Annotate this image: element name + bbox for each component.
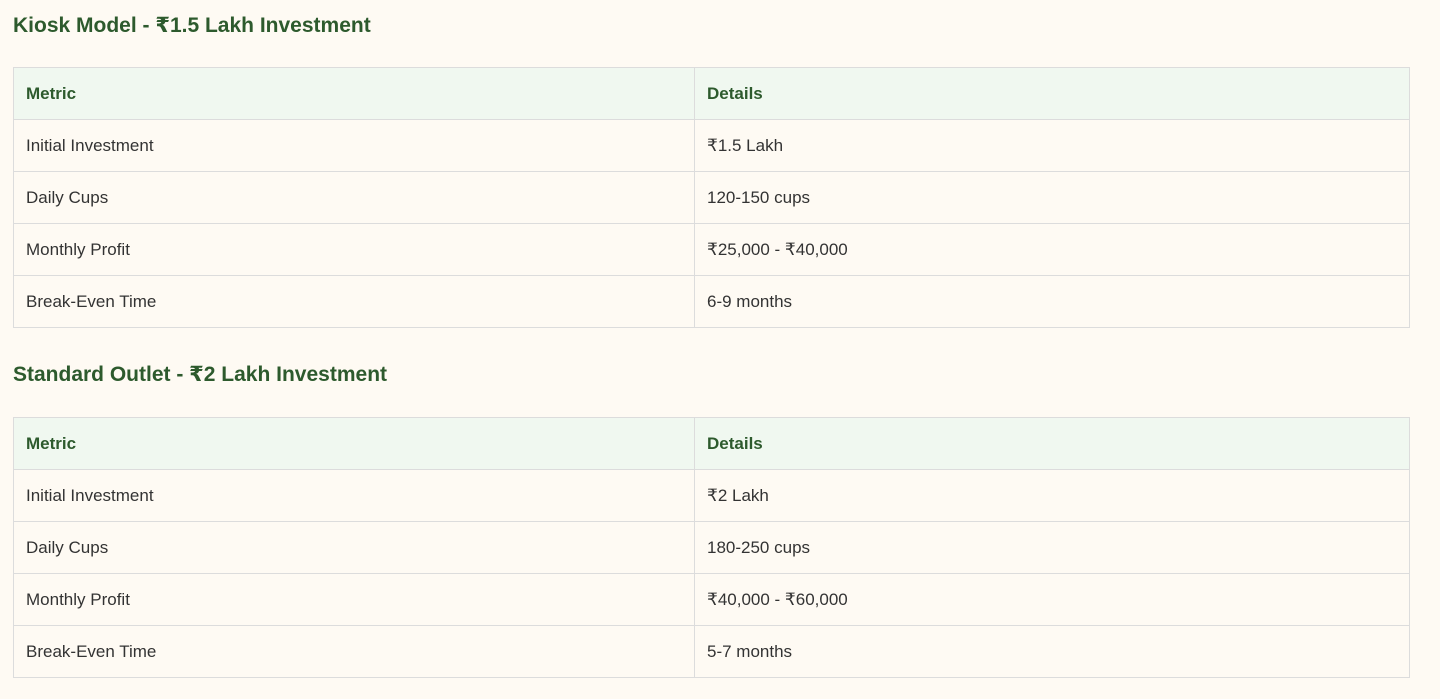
details-cell: 120-150 cups — [694, 171, 1410, 224]
details-cell: 6-9 months — [694, 275, 1410, 328]
kiosk-model-table: Metric Details Initial Investment ₹1.5 L… — [13, 67, 1410, 328]
table-row: Initial Investment ₹2 Lakh — [13, 469, 1410, 522]
metric-cell: Monthly Profit — [13, 573, 695, 626]
column-header-details: Details — [694, 67, 1410, 120]
metric-cell: Break-Even Time — [13, 275, 695, 328]
column-header-details: Details — [694, 417, 1410, 470]
metric-cell: Break-Even Time — [13, 625, 695, 678]
table-row: Break-Even Time 5-7 months — [13, 625, 1410, 678]
table-row: Monthly Profit ₹25,000 - ₹40,000 — [13, 223, 1410, 276]
details-cell: ₹25,000 - ₹40,000 — [694, 223, 1410, 276]
table-row: Monthly Profit ₹40,000 - ₹60,000 — [13, 573, 1410, 626]
table-header-row: Metric Details — [13, 417, 1410, 470]
metric-cell: Daily Cups — [13, 521, 695, 574]
table-row: Daily Cups 120-150 cups — [13, 171, 1410, 224]
table-row: Break-Even Time 6-9 months — [13, 275, 1410, 328]
metric-cell: Monthly Profit — [13, 223, 695, 276]
details-cell: 180-250 cups — [694, 521, 1410, 574]
table-row: Initial Investment ₹1.5 Lakh — [13, 119, 1410, 172]
table-header-row: Metric Details — [13, 67, 1410, 120]
page: Kiosk Model - ₹1.5 Lakh Investment Metri… — [0, 0, 1440, 699]
metric-cell: Initial Investment — [13, 469, 695, 522]
details-cell: ₹40,000 - ₹60,000 — [694, 573, 1410, 626]
section-title-standard-outlet: Standard Outlet - ₹2 Lakh Investment — [13, 363, 388, 386]
standard-outlet-table: Metric Details Initial Investment ₹2 Lak… — [13, 417, 1410, 678]
details-cell: 5-7 months — [694, 625, 1410, 678]
metric-cell: Daily Cups — [13, 171, 695, 224]
details-cell: ₹2 Lakh — [694, 469, 1410, 522]
details-cell: ₹1.5 Lakh — [694, 119, 1410, 172]
column-header-metric: Metric — [13, 67, 695, 120]
section-title-kiosk-model: Kiosk Model - ₹1.5 Lakh Investment — [13, 14, 371, 37]
table-row: Daily Cups 180-250 cups — [13, 521, 1410, 574]
column-header-metric: Metric — [13, 417, 695, 470]
metric-cell: Initial Investment — [13, 119, 695, 172]
